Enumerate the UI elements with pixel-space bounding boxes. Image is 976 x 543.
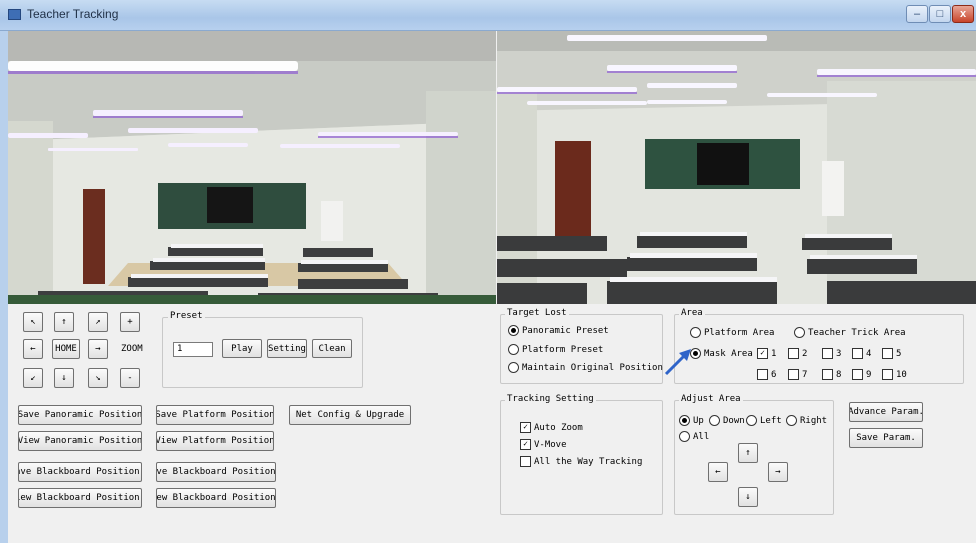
pan-down-left-button[interactable]: ↙ [23, 368, 43, 388]
radio-selected-icon [508, 325, 519, 336]
pan-down-right-button[interactable]: ↘ [88, 368, 108, 388]
area-legend: Area [679, 308, 705, 318]
maximize-button[interactable]: □ [929, 5, 951, 23]
adjust-left-option[interactable]: Left [746, 415, 782, 426]
preset-setting-button[interactable]: Setting [267, 339, 307, 358]
mask-checkbox-5[interactable]: 5 [882, 348, 901, 359]
mask-checkbox-6[interactable]: 6 [757, 369, 776, 380]
mask-checkbox-10[interactable]: 10 [882, 369, 907, 380]
radio-icon [786, 415, 797, 426]
view-platform-position-button[interactable]: View Platform Position [156, 431, 274, 451]
panoramic-video [8, 31, 496, 304]
save-platform-position-button[interactable]: Save Platform Position [156, 405, 274, 425]
preset-number-input[interactable]: 1 [173, 342, 213, 357]
teacher-trick-area-option[interactable]: Teacher Trick Area [794, 327, 906, 338]
preset-clean-button[interactable]: Clean [312, 339, 352, 358]
zoom-out-button[interactable]: - [120, 368, 140, 388]
target-lost-legend: Target Lost [505, 308, 569, 318]
checkbox-icon [822, 348, 833, 359]
checkbox-icon [788, 348, 799, 359]
checkbox-icon [882, 369, 893, 380]
zoom-label: ZOOM [121, 344, 143, 354]
mask-checkbox-4[interactable]: 4 [852, 348, 871, 359]
zoom-in-button[interactable]: + [120, 312, 140, 332]
radio-icon [679, 431, 690, 442]
adjust-all-option[interactable]: All [679, 431, 709, 442]
tilt-down-button[interactable]: ↓ [54, 368, 74, 388]
radio-icon [746, 415, 757, 426]
radio-icon [690, 327, 701, 338]
radio-selected-icon [679, 415, 690, 426]
view-panoramic-position-button[interactable]: View Panoramic Position [18, 431, 142, 451]
adjust-up-option[interactable]: Up [679, 415, 704, 426]
checkbox-icon [757, 369, 768, 380]
view-blackboard-position-2-button[interactable]: View Blackboard Position 2 [156, 488, 276, 508]
all-way-tracking-checkbox[interactable]: All the Way Tracking [520, 456, 642, 467]
platform-area-option[interactable]: Platform Area [690, 327, 774, 338]
auto-zoom-checkbox[interactable]: ✓ Auto Zoom [520, 422, 583, 433]
save-blackboard-position-2-button[interactable]: Save Blackboard Position 2 [156, 462, 276, 482]
window-frame-left [0, 31, 8, 543]
save-param-button[interactable]: Save Param. [849, 428, 923, 448]
pan-up-left-button[interactable]: ↖ [23, 312, 43, 332]
tilt-up-button[interactable]: ↑ [54, 312, 74, 332]
view-blackboard-position-1-button[interactable]: View Blackboard Position 1 [18, 488, 142, 508]
pan-up-right-button[interactable]: ↗ [88, 312, 108, 332]
mask-checkbox-7[interactable]: 7 [788, 369, 807, 380]
checkbox-icon [822, 369, 833, 380]
close-button[interactable]: x [952, 5, 974, 23]
radio-icon [508, 362, 519, 373]
v-move-checkbox[interactable]: ✓ V-Move [520, 439, 567, 450]
minimize-button[interactable]: – [906, 5, 928, 23]
radio-icon [709, 415, 720, 426]
mask-checkbox-2[interactable]: 2 [788, 348, 807, 359]
checkbox-icon [788, 369, 799, 380]
home-button[interactable]: HOME [52, 339, 80, 359]
adjust-area-legend: Adjust Area [679, 394, 743, 404]
adjust-arrow-up-button[interactable]: ↑ [738, 443, 758, 463]
preset-legend: Preset [168, 311, 205, 321]
checkbox-icon [520, 456, 531, 467]
target-lost-platform-option[interactable]: Platform Preset [508, 344, 603, 355]
pan-left-button[interactable]: ← [23, 339, 43, 359]
mask-checkbox-1[interactable]: ✓ 1 [757, 348, 776, 359]
mask-checkbox-8[interactable]: 8 [822, 369, 841, 380]
adjust-arrow-down-button[interactable]: ↓ [738, 487, 758, 507]
target-lost-maintain-option[interactable]: Maintain Original Position [508, 362, 663, 373]
tracking-video [497, 31, 976, 304]
radio-icon [508, 344, 519, 355]
radio-icon [794, 327, 805, 338]
checkbox-icon [882, 348, 893, 359]
adjust-arrow-right-button[interactable]: → [768, 462, 788, 482]
net-config-upgrade-button[interactable]: Net Config & Upgrade [289, 405, 411, 425]
adjust-down-option[interactable]: Down [709, 415, 745, 426]
save-panoramic-position-button[interactable]: Save Panoramic Position [18, 405, 142, 425]
mask-area-option[interactable]: Mask Area [690, 348, 753, 359]
save-blackboard-position-1-button[interactable]: Save Blackboard Position 1 [18, 462, 142, 482]
title-bar [0, 0, 976, 31]
checkbox-icon [852, 369, 863, 380]
adjust-arrow-left-button[interactable]: ← [708, 462, 728, 482]
advance-param-button[interactable]: Advance Param. [849, 402, 923, 422]
window-title: Teacher Tracking [27, 7, 119, 21]
checkmark-icon: ✓ [757, 348, 768, 359]
app-icon [8, 9, 21, 20]
checkmark-icon: ✓ [520, 439, 531, 450]
preset-play-button[interactable]: Play [222, 339, 262, 358]
mask-checkbox-9[interactable]: 9 [852, 369, 871, 380]
checkbox-icon [852, 348, 863, 359]
mask-checkbox-3[interactable]: 3 [822, 348, 841, 359]
tracking-setting-legend: Tracking Setting [505, 394, 596, 404]
adjust-right-option[interactable]: Right [786, 415, 827, 426]
checkmark-icon: ✓ [520, 422, 531, 433]
pan-right-button[interactable]: → [88, 339, 108, 359]
annotation-arrow-icon [664, 349, 691, 376]
target-lost-panoramic-option[interactable]: Panoramic Preset [508, 325, 609, 336]
